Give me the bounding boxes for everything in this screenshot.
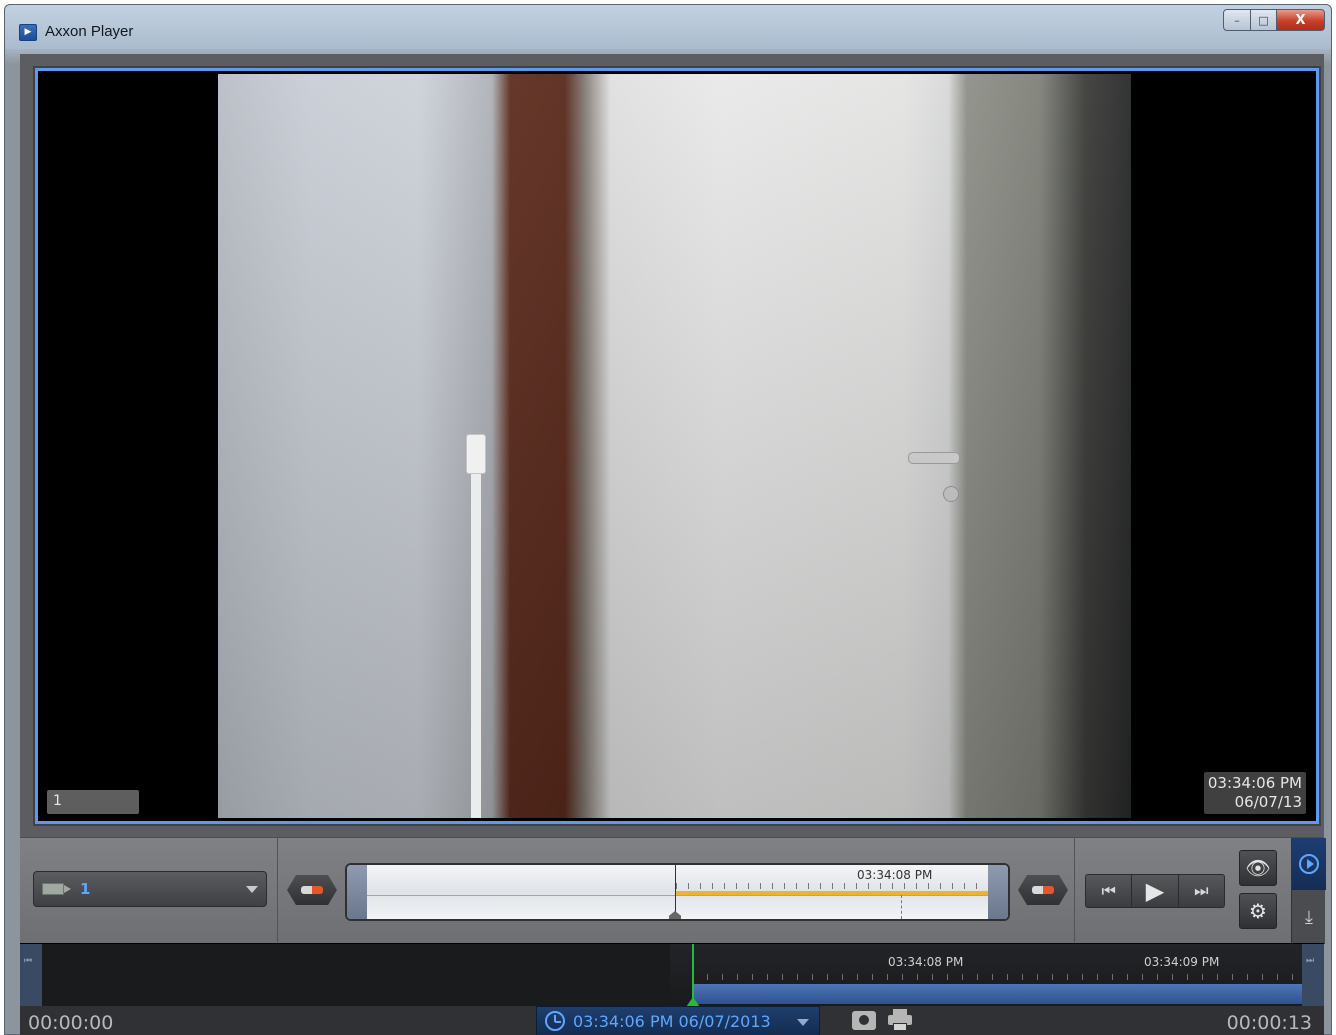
chevron-down-icon bbox=[246, 886, 258, 893]
window-controls: – □ X bbox=[1223, 9, 1325, 35]
fragment-left-icon bbox=[301, 886, 323, 894]
camera-icon bbox=[42, 883, 71, 895]
timeline-recording-bar bbox=[692, 984, 1302, 1004]
end-time: 00:00:13 bbox=[1226, 1012, 1312, 1034]
eye-icon: 👁 bbox=[1245, 856, 1271, 880]
fragment-timeline-ticks bbox=[676, 883, 988, 889]
settings-button[interactable]: ⚙ bbox=[1239, 893, 1277, 929]
fragment-timeline-cursor[interactable] bbox=[675, 865, 676, 919]
timeline-label: 03:34:08 PM bbox=[888, 955, 964, 969]
app-icon: ▶ bbox=[19, 24, 37, 41]
playback-panel: ⏮ ▶ ⏭ 👁 ⚙ ⤓ bbox=[1074, 838, 1326, 944]
chevron-down-icon bbox=[797, 1019, 809, 1026]
video-detail-keyhole bbox=[943, 486, 959, 502]
datetime-picker[interactable]: 03:34:06 PM 06/07/2013 bbox=[536, 1006, 820, 1035]
camera-number-label: 1 bbox=[47, 790, 139, 814]
print-icon-paper bbox=[893, 1023, 907, 1031]
fragment-timeline-marker-line bbox=[901, 895, 902, 919]
timeline-ticks bbox=[692, 974, 1302, 980]
control-bar: 1 03:34:08 PM ⏮ ▶ ⏭ 👁 ⚙ ⤓ bbox=[20, 837, 1326, 944]
timeline-track[interactable]: 03:34:08 PM 03:34:09 PM bbox=[42, 944, 1302, 1007]
video-timestamp-date: 06/07/13 bbox=[1234, 793, 1302, 811]
camera-panel: 1 bbox=[20, 838, 278, 944]
video-detail-pipe bbox=[471, 474, 481, 818]
fragment-cursor-handle[interactable] bbox=[669, 911, 681, 919]
tab-export[interactable]: ⤓ bbox=[1292, 891, 1326, 944]
camera-select[interactable]: 1 bbox=[33, 871, 267, 907]
fragment-right-icon bbox=[1032, 886, 1054, 894]
view-button[interactable]: 👁 bbox=[1239, 850, 1277, 886]
fragment-timeline-label: 03:34:08 PM bbox=[857, 868, 933, 882]
fragment-timeline[interactable]: 03:34:08 PM bbox=[345, 863, 1010, 921]
mode-tabs: ⤓ bbox=[1291, 838, 1326, 944]
next-frame-button[interactable]: ⏭ bbox=[1179, 875, 1224, 907]
timeline-empty-region bbox=[42, 944, 670, 1007]
status-bar: 00:00:00 03:34:06 PM 06/07/2013 00:00:13 bbox=[20, 1006, 1324, 1035]
export-icon: ⤓ bbox=[1305, 907, 1313, 928]
fragment-archive-bar bbox=[676, 891, 988, 895]
camera-select-value: 1 bbox=[80, 880, 91, 898]
video-detail-door-handle bbox=[908, 452, 960, 464]
gear-icon: ⚙ bbox=[1249, 899, 1267, 923]
timeline-start-edge[interactable]: ⏮ bbox=[20, 944, 42, 1007]
archive-timeline[interactable]: ⏮ 03:34:08 PM 03:34:09 PM ⏭ bbox=[20, 943, 1324, 1007]
app-window: ▶ Axxon Player – □ X 1 03:34:06 PM 06/07… bbox=[4, 4, 1332, 1035]
tab-playback[interactable] bbox=[1292, 838, 1326, 890]
play-circle-icon bbox=[1299, 854, 1319, 874]
video-shading bbox=[218, 74, 1131, 818]
video-image bbox=[218, 74, 1131, 818]
play-button[interactable]: ▶ bbox=[1132, 875, 1179, 907]
fragment-timeline-baseline bbox=[367, 895, 988, 896]
fragment-timeline-start-edge[interactable] bbox=[347, 865, 367, 919]
skip-end-icon: ⏭ bbox=[1306, 956, 1315, 966]
player-client-area: 1 03:34:06 PM 06/07/13 1 03:34:08 PM ⏮ ▶… bbox=[20, 54, 1326, 1035]
fragment-timeline-end-edge[interactable] bbox=[988, 865, 1008, 919]
print-icon[interactable] bbox=[888, 1009, 912, 1031]
title-bar[interactable]: ▶ Axxon Player – □ X bbox=[5, 5, 1331, 49]
timeline-end-edge[interactable]: ⏭ bbox=[1302, 944, 1324, 1007]
previous-frame-button[interactable]: ⏮ bbox=[1086, 875, 1133, 907]
transport-controls: ⏮ ▶ ⏭ bbox=[1085, 874, 1225, 908]
video-viewport[interactable]: 1 03:34:06 PM 06/07/13 bbox=[35, 68, 1319, 824]
close-button[interactable]: X bbox=[1277, 9, 1325, 31]
video-timestamp-time: 03:34:06 PM bbox=[1207, 774, 1302, 792]
video-detail-switch bbox=[466, 434, 486, 474]
minimize-button[interactable]: – bbox=[1223, 9, 1251, 31]
skip-start-icon: ⏮ bbox=[24, 956, 33, 966]
previous-fragment-button[interactable] bbox=[287, 875, 337, 905]
snapshot-icon[interactable] bbox=[852, 1011, 876, 1030]
window-title: Axxon Player bbox=[45, 23, 134, 40]
timeline-label: 03:34:09 PM bbox=[1144, 955, 1220, 969]
current-datetime: 03:34:06 PM 06/07/2013 bbox=[573, 1011, 771, 1031]
video-timestamp: 03:34:06 PM 06/07/13 bbox=[1203, 772, 1306, 814]
start-time: 00:00:00 bbox=[28, 1012, 114, 1034]
next-fragment-button[interactable] bbox=[1018, 875, 1068, 905]
maximize-button[interactable]: □ bbox=[1251, 9, 1277, 31]
clock-icon bbox=[545, 1011, 565, 1031]
